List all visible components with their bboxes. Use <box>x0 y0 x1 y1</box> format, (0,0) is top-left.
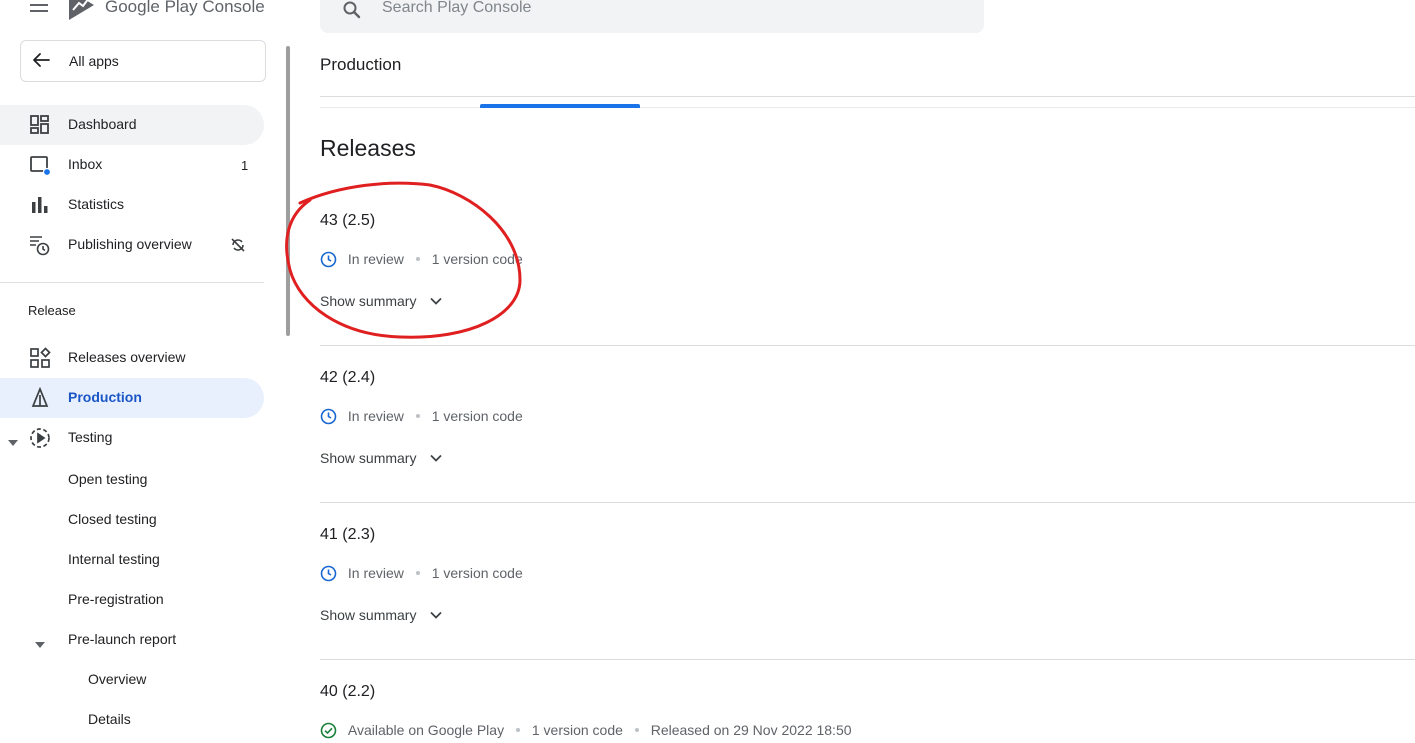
sidebar-item-testing[interactable]: Testing <box>0 418 264 458</box>
release-version-codes: 1 version code <box>431 565 523 582</box>
sync-disabled-icon[interactable] <box>230 237 246 253</box>
production-icon <box>29 386 51 409</box>
release-title[interactable]: 41 (2.3) <box>320 526 375 544</box>
sidebar-item-pre-registration[interactable]: Pre-registration <box>68 591 164 607</box>
play-console-logo <box>66 0 96 22</box>
sidebar-section-release: Release <box>28 303 76 318</box>
sidebar-item-label: Inbox <box>68 156 103 172</box>
show-summary-button[interactable]: Show summary <box>320 292 443 309</box>
sidebar-scrollbar[interactable] <box>286 46 290 336</box>
separator-dot <box>415 257 420 262</box>
brand-console: Console <box>202 0 265 16</box>
release-date: Released on 29 Nov 2022 18:50 <box>650 722 852 739</box>
sidebar-item-details[interactable]: Details <box>88 711 131 727</box>
chevron-down-icon <box>429 294 443 308</box>
separator-dot <box>515 728 520 733</box>
show-summary-button[interactable]: Show summary <box>320 449 443 466</box>
testing-icon <box>29 427 51 449</box>
release-status-row: In review 1 version code <box>320 250 523 270</box>
clock-icon <box>320 408 337 425</box>
separator-dot <box>415 571 420 576</box>
tabs-divider <box>320 96 1415 97</box>
release-status-row: In review 1 version code <box>320 564 523 584</box>
page-title: Production <box>320 55 402 74</box>
brand-wordmark: Google Play Console <box>105 0 265 17</box>
release-title[interactable]: 43 (2.5) <box>320 212 375 230</box>
sidebar-item-inbox[interactable]: Inbox <box>0 145 264 185</box>
arrow-back-icon <box>31 51 51 69</box>
brand-play: Play <box>164 0 198 16</box>
sidebar-item-releases-overview[interactable]: Releases overview <box>0 338 264 378</box>
separator-dot <box>415 414 420 419</box>
separator-dot <box>634 728 639 733</box>
sidebar-item-overview[interactable]: Overview <box>88 671 146 687</box>
sidebar-divider <box>0 282 264 283</box>
release-version-codes: 1 version code <box>431 251 523 268</box>
show-summary-button[interactable]: Show summary <box>320 606 443 623</box>
release-divider <box>320 502 1415 503</box>
chevron-down-icon <box>429 451 443 465</box>
show-summary-label: Show summary <box>320 607 417 624</box>
expand-arrow-icon[interactable] <box>35 636 45 648</box>
release-version-codes: 1 version code <box>531 722 623 739</box>
release-title[interactable]: 42 (2.4) <box>320 369 375 387</box>
search-placeholder[interactable]: Search Play Console <box>382 0 531 17</box>
sidebar-item-label: Publishing overview <box>68 236 192 252</box>
inbox-count-badge: 1 <box>241 158 249 173</box>
release-status-row: Available on Google Play 1 version code … <box>320 721 852 741</box>
all-apps-label[interactable]: All apps <box>69 53 119 69</box>
hamburger-menu-icon[interactable] <box>29 0 51 19</box>
sidebar-item-open-testing[interactable]: Open testing <box>68 471 147 487</box>
sidebar-item-production[interactable]: Production <box>0 378 264 418</box>
sidebar-item-pre-launch-report[interactable]: Pre-launch report <box>68 631 176 647</box>
search-icon[interactable] <box>342 0 362 20</box>
clock-icon <box>320 565 337 582</box>
bar-chart-icon <box>29 194 51 216</box>
chevron-down-icon <box>429 608 443 622</box>
releases-overview-icon <box>29 347 51 369</box>
expand-arrow-icon[interactable] <box>8 434 18 446</box>
release-status: In review <box>347 565 404 582</box>
release-version-codes: 1 version code <box>431 408 523 425</box>
release-divider <box>320 345 1415 346</box>
sidebar-item-dashboard[interactable]: Dashboard <box>0 105 264 145</box>
check-circle-icon <box>320 722 337 739</box>
sidebar-item-label: Releases overview <box>68 349 186 365</box>
sidebar-item-label: Dashboard <box>68 116 137 132</box>
sidebar-item-label: Testing <box>68 429 113 445</box>
publishing-overview-icon <box>29 234 51 256</box>
inbox-icon <box>29 154 52 177</box>
release-status: Available on Google Play <box>347 722 505 739</box>
release-divider <box>320 659 1415 660</box>
show-summary-label: Show summary <box>320 450 417 467</box>
all-apps-button[interactable] <box>20 40 266 82</box>
sidebar-item-closed-testing[interactable]: Closed testing <box>68 511 157 527</box>
releases-heading: Releases <box>320 135 416 161</box>
active-tab-indicator[interactable] <box>480 104 640 108</box>
release-status-row: In review 1 version code <box>320 407 523 427</box>
sidebar-item-publishing-overview[interactable]: Publishing overview <box>0 225 264 265</box>
sidebar-item-label: Production <box>68 389 142 405</box>
dashboard-icon <box>29 114 51 136</box>
release-status: In review <box>347 408 404 425</box>
brand-google: Google <box>105 0 160 16</box>
show-summary-label: Show summary <box>320 293 417 310</box>
release-title[interactable]: 40 (2.2) <box>320 683 375 701</box>
sidebar-item-internal-testing[interactable]: Internal testing <box>68 551 160 567</box>
release-status: In review <box>347 251 404 268</box>
clock-icon <box>320 251 337 268</box>
sidebar-item-statistics[interactable]: Statistics <box>0 185 264 225</box>
sidebar-item-label: Statistics <box>68 196 125 212</box>
